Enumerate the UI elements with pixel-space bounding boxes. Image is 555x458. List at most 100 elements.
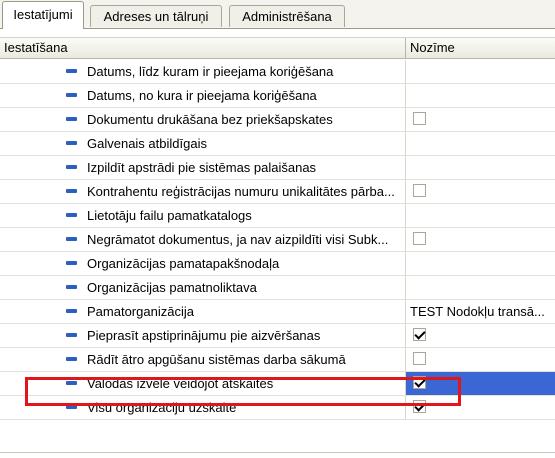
value-checkbox[interactable] [413,376,426,389]
setting-item-icon [66,117,77,121]
setting-label: Pamatorganizācija [87,304,194,319]
value-checkbox[interactable] [413,112,426,125]
table-row[interactable]: Organizācijas pamatapakšnodaļa [0,252,555,276]
value-checkbox[interactable] [413,184,426,197]
setting-item-icon [66,213,77,217]
tab-settings[interactable]: Iestatījumi [2,1,84,29]
value-cell[interactable] [406,372,555,395]
value-cell[interactable] [406,396,555,419]
setting-cell[interactable]: Negrāmatot dokumentus, ja nav aizpildīti… [0,228,406,251]
setting-cell[interactable]: Dokumentu drukāšana bez priekšapskates [0,108,406,131]
value-text [410,156,553,179]
setting-cell[interactable]: Galvenais atbildīgais [0,132,406,155]
column-header-value[interactable]: Nozīme [406,38,555,59]
setting-cell[interactable]: Izpildīt apstrādi pie sistēmas palaišana… [0,156,406,179]
tab-bar: Iestatījumi Adreses un tālruņi Administr… [0,0,555,29]
table-row[interactable]: Pamatorganizācija TEST Nodokļu transā... [0,300,555,324]
column-header-setting[interactable]: Iestatīšana [0,38,406,59]
value-checkbox[interactable] [413,328,426,341]
setting-label: Datums, no kura ir pieejama koriģēšana [87,88,317,103]
value-text [410,204,553,227]
value-cell[interactable]: TEST Nodokļu transā... [406,300,555,323]
setting-label: Kontrahentu reģistrācijas numuru unikali… [87,184,395,199]
value-cell[interactable] [406,252,555,275]
setting-label: Organizācijas pamatnoliktava [87,280,257,295]
table-row[interactable]: Kontrahentu reģistrācijas numuru unikali… [0,180,555,204]
setting-cell[interactable]: Lietotāju failu pamatkatalogs [0,204,406,227]
value-cell[interactable] [406,324,555,347]
setting-label: Datums, līdz kuram ir pieejama koriģēšan… [87,64,334,79]
setting-label: Lietotāju failu pamatkatalogs [87,208,252,223]
setting-cell[interactable]: Datums, no kura ir pieejama koriģēšana [0,84,406,107]
table-row[interactable]: Valodas izvēle veidojot atskaites [0,372,555,396]
table-row[interactable]: Pieprasīt apstiprinājumu pie aizvēršanas [0,324,555,348]
setting-item-icon [66,237,77,241]
setting-label: Dokumentu drukāšana bez priekšapskates [87,112,333,127]
setting-cell[interactable]: Organizācijas pamatnoliktava [0,276,406,299]
value-text [410,276,553,299]
value-text [410,252,553,275]
setting-cell[interactable]: Pamatorganizācija [0,300,406,323]
table-row[interactable]: Organizācijas pamatnoliktava [0,276,555,300]
setting-label: Galvenais atbildīgais [87,136,207,151]
table-row[interactable]: Rādīt ātro apgūšanu sistēmas darba sākum… [0,348,555,372]
setting-item-icon [66,309,77,313]
table-row[interactable]: Izpildīt apstrādi pie sistēmas palaišana… [0,156,555,180]
table-row[interactable]: Datums, no kura ir pieejama koriģēšana [0,84,555,108]
value-text [410,132,553,155]
setting-cell[interactable]: Visu organizāciju uzskaite [0,396,406,419]
setting-item-icon [66,357,77,361]
tab-addresses-phones-label: Adreses un tālruņi [103,9,209,24]
setting-cell[interactable]: Rādīt ātro apgūšanu sistēmas darba sākum… [0,348,406,371]
setting-cell[interactable]: Valodas izvēle veidojot atskaites [0,372,406,395]
tab-administration-label: Administrēšana [242,9,332,24]
setting-item-icon [66,285,77,289]
setting-label: Valodas izvēle veidojot atskaites [87,376,274,391]
value-cell[interactable] [406,108,555,131]
grid-header: Iestatīšana Nozīme [0,37,555,59]
table-row[interactable]: Lietotāju failu pamatkatalogs [0,204,555,228]
table-row[interactable]: Visu organizāciju uzskaite [0,396,555,420]
setting-cell[interactable]: Pieprasīt apstiprinājumu pie aizvēršanas [0,324,406,347]
value-cell[interactable] [406,204,555,227]
setting-item-icon [66,381,77,385]
tab-settings-label: Iestatījumi [13,7,73,22]
value-cell[interactable] [406,84,555,107]
divider [0,452,555,453]
table-row[interactable]: Galvenais atbildīgais [0,132,555,156]
setting-label: Pieprasīt apstiprinājumu pie aizvēršanas [87,328,321,343]
settings-window: Iestatījumi Adreses un tālruņi Administr… [0,0,555,458]
value-text: TEST Nodokļu transā... [410,304,545,319]
value-cell[interactable] [406,228,555,251]
value-text [410,84,553,107]
value-cell[interactable] [406,276,555,299]
setting-cell[interactable]: Organizācijas pamatapakšnodaļa [0,252,406,275]
value-checkbox[interactable] [413,400,426,413]
setting-item-icon [66,261,77,265]
settings-grid: Iestatīšana Nozīme Datums, līdz kuram ir… [0,28,555,458]
value-checkbox[interactable] [413,352,426,365]
setting-label: Organizācijas pamatapakšnodaļa [87,256,280,271]
setting-item-icon [66,141,77,145]
setting-item-icon [66,165,77,169]
value-cell[interactable] [406,180,555,203]
value-cell[interactable] [406,60,555,83]
setting-item-icon [66,333,77,337]
setting-label: Negrāmatot dokumentus, ja nav aizpildīti… [87,232,389,247]
value-cell[interactable] [406,156,555,179]
table-row[interactable]: Dokumentu drukāšana bez priekšapskates [0,108,555,132]
value-text [410,60,553,83]
setting-label: Visu organizāciju uzskaite [87,400,237,415]
table-row[interactable]: Negrāmatot dokumentus, ja nav aizpildīti… [0,228,555,252]
value-checkbox[interactable] [413,232,426,245]
setting-label: Rādīt ātro apgūšanu sistēmas darba sākum… [87,352,346,367]
table-row[interactable]: Datums, līdz kuram ir pieejama koriģēšan… [0,60,555,84]
tab-addresses-phones[interactable]: Adreses un tālruņi [90,5,222,27]
setting-item-icon [66,93,77,97]
setting-cell[interactable]: Datums, līdz kuram ir pieejama koriģēšan… [0,60,406,83]
value-cell[interactable] [406,348,555,371]
setting-item-icon [66,189,77,193]
setting-cell[interactable]: Kontrahentu reģistrācijas numuru unikali… [0,180,406,203]
value-cell[interactable] [406,132,555,155]
tab-administration[interactable]: Administrēšana [229,5,345,27]
